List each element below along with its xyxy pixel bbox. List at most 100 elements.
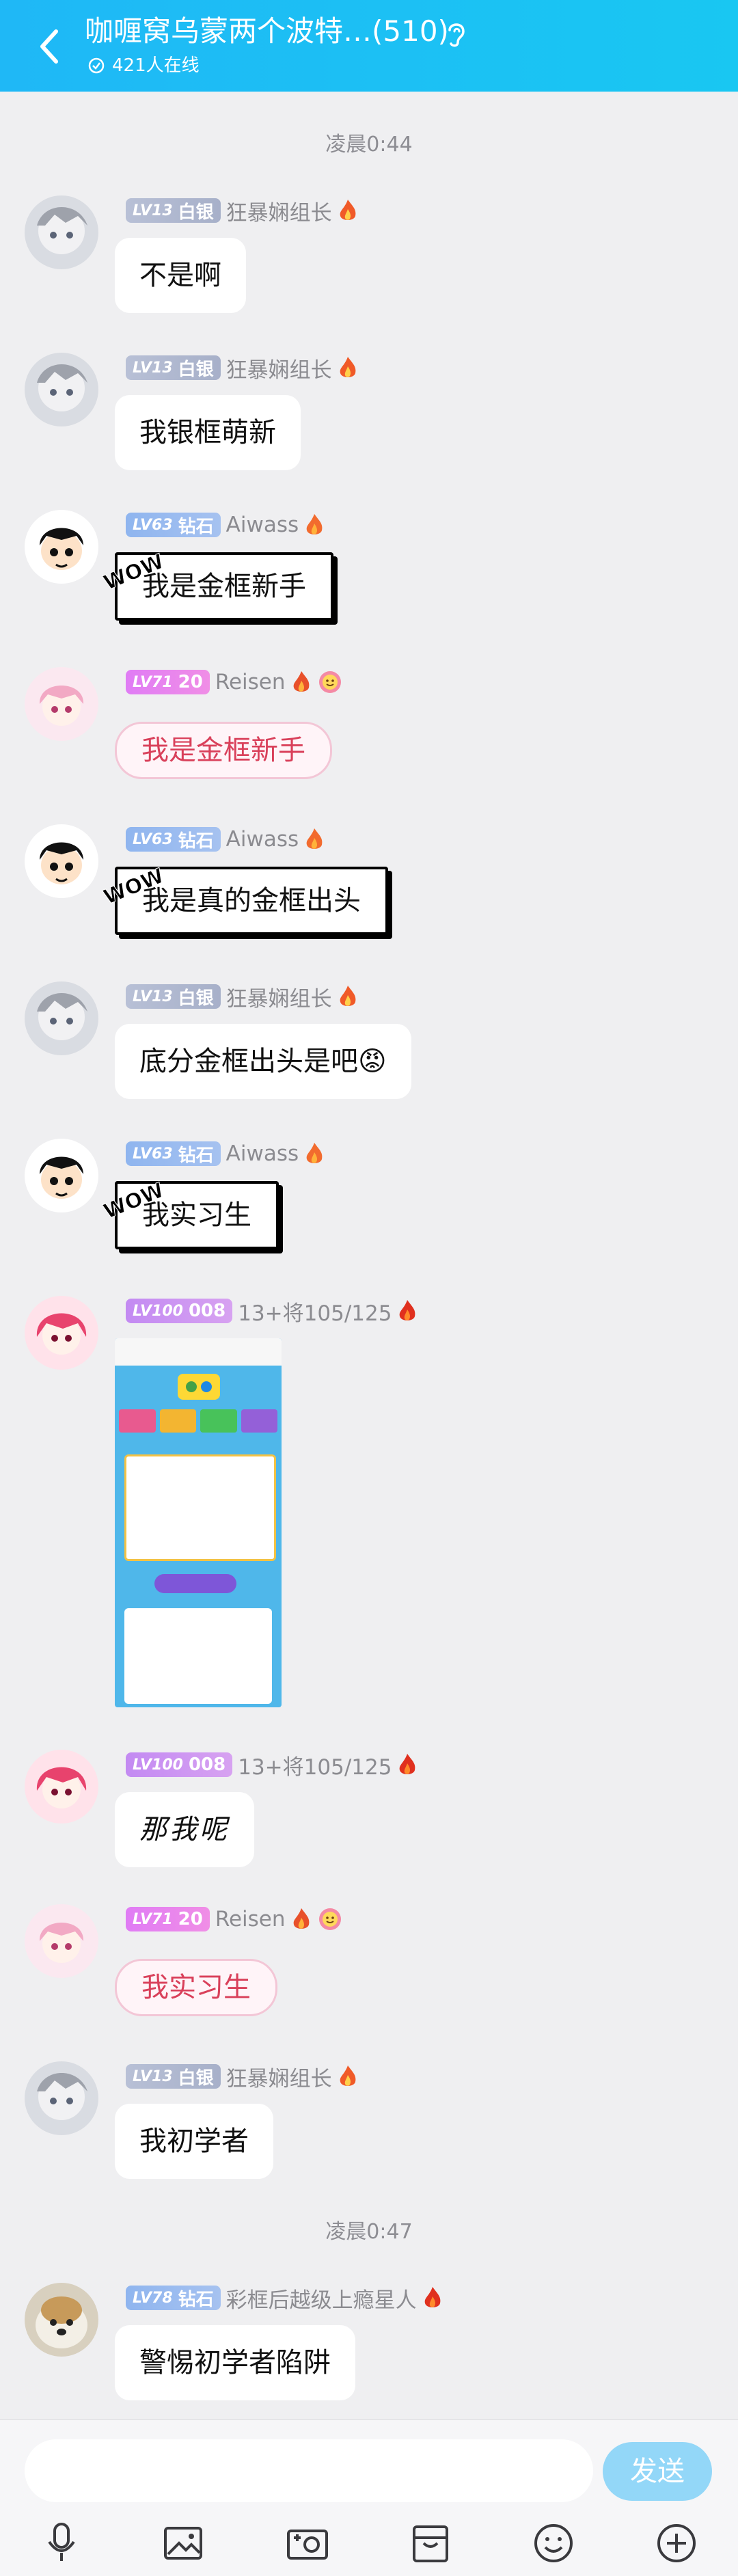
- avatar[interactable]: [25, 824, 98, 898]
- level-badge: LV71 20: [126, 1907, 210, 1931]
- flame-icon: [293, 1908, 309, 1929]
- avatar[interactable]: [25, 981, 98, 1055]
- message-meta: LV100 008 13+将105/125: [126, 1750, 418, 1780]
- avatar[interactable]: [25, 195, 98, 269]
- level-badge: LV13 白银: [126, 355, 221, 380]
- avatar[interactable]: [25, 353, 98, 426]
- message-item: LV13 白银 狂暴娴组长 我初学者: [0, 2061, 738, 2205]
- level-badge: LV13 白银: [126, 198, 221, 223]
- avatar[interactable]: [25, 1904, 98, 1978]
- flame-icon: [400, 1300, 415, 1320]
- flame-icon: [306, 514, 323, 534]
- screenshot-card: [124, 1454, 276, 1561]
- level-badge: LV71 20: [126, 670, 210, 694]
- nickname[interactable]: Reisen: [215, 670, 286, 694]
- flame-icon: [424, 2287, 441, 2307]
- message-item: LV71 20 Reisen 我实习生: [0, 1904, 738, 2048]
- message-item: LV13 白银 狂暴娴组长 我银框萌新: [0, 353, 738, 496]
- send-button[interactable]: 发送: [603, 2442, 712, 2501]
- avatar[interactable]: [25, 1139, 98, 1212]
- avatar[interactable]: [25, 2283, 98, 2357]
- nickname[interactable]: Aiwass: [226, 513, 299, 537]
- level-badge: LV100 008: [126, 1752, 233, 1777]
- avatar[interactable]: [25, 2061, 98, 2135]
- flame-icon: [340, 986, 356, 1006]
- flame-icon: [306, 1143, 323, 1163]
- chat-title[interactable]: 咖喱窝乌蒙两个波特…(510): [85, 12, 449, 51]
- message-item: LV13 白银 狂暴娴组长 底分金框出头是吧😡: [0, 981, 738, 1125]
- message-bubble[interactable]: 警惕初学者陷阱: [115, 2325, 355, 2400]
- level-badge: LV13 白银: [126, 984, 221, 1009]
- avatar[interactable]: [25, 667, 98, 741]
- online-count-text: 421人在线: [112, 55, 200, 76]
- nickname[interactable]: 13+将105/125: [238, 1296, 392, 1327]
- smile-icon[interactable]: [526, 2516, 581, 2571]
- online-count: 421人在线: [87, 53, 200, 78]
- message-meta: LV13 白银 狂暴娴组长: [126, 195, 358, 226]
- flame-icon: [306, 828, 323, 849]
- message-item: LV63 钻石 Aiwass 我是金框新手 WOW: [0, 510, 738, 653]
- screenshot-statusbar: [115, 1338, 282, 1366]
- message-bubble[interactable]: 我实习生: [115, 1959, 277, 2016]
- message-item: LV13 白银 狂暴娴组长 不是啊: [0, 195, 738, 339]
- microphone-icon[interactable]: [34, 2516, 89, 2571]
- avatar[interactable]: [25, 1296, 98, 1370]
- flame-icon: [293, 671, 309, 692]
- image-icon[interactable]: [156, 2516, 210, 2571]
- nickname[interactable]: 狂暴娴组长: [226, 981, 332, 1012]
- avatar[interactable]: [25, 1750, 98, 1823]
- composer-bar: 发送: [0, 2419, 738, 2576]
- chat-header: 咖喱窝乌蒙两个波特…(510) 421人在线: [0, 0, 738, 92]
- shared-screenshot-image[interactable]: [115, 1338, 282, 1707]
- check-circle-icon: [88, 57, 105, 74]
- timestamp: 凌晨0:44: [325, 133, 413, 157]
- flame-icon: [340, 2065, 356, 2086]
- nickname[interactable]: Aiwass: [226, 827, 299, 852]
- level-badge: LV13 白银: [126, 2064, 221, 2089]
- message-meta: LV63 钻石 Aiwass: [126, 511, 325, 539]
- nickname[interactable]: 13+将105/125: [238, 1750, 392, 1780]
- nickname[interactable]: 狂暴娴组长: [226, 195, 332, 226]
- level-badge: LV100 008: [126, 1299, 233, 1323]
- nickname[interactable]: Reisen: [215, 1907, 286, 1931]
- nickname[interactable]: 彩框后越级上瘾星人: [226, 2283, 417, 2314]
- message-bubble[interactable]: 我是金框新手: [115, 722, 332, 779]
- plus-icon[interactable]: [649, 2516, 704, 2571]
- level-badge: LV63 钻石: [126, 1141, 221, 1166]
- smile-badge-icon: [318, 1908, 341, 1930]
- flame-icon: [340, 357, 356, 377]
- message-meta: LV63 钻石 Aiwass: [126, 826, 325, 853]
- message-bubble[interactable]: 我银框萌新: [115, 395, 301, 470]
- flame-icon: [400, 1754, 415, 1774]
- nickname[interactable]: 狂暴娴组长: [226, 353, 332, 383]
- nickname[interactable]: 狂暴娴组长: [226, 2061, 332, 2092]
- message-bubble[interactable]: 我初学者: [115, 2104, 273, 2179]
- message-meta: LV71 20 Reisen: [126, 668, 343, 696]
- camera-icon[interactable]: [280, 2516, 335, 2571]
- nickname[interactable]: Aiwass: [226, 1141, 299, 1166]
- flame-icon: [340, 200, 356, 220]
- message-input[interactable]: [25, 2439, 593, 2502]
- ear-icon[interactable]: [444, 19, 469, 49]
- message-bubble[interactable]: 那我呢: [115, 1792, 254, 1867]
- message-item: LV100 008 13+将105/125 那我呢: [0, 1750, 738, 1893]
- message-item: LV100 008 13+将105/125: [0, 1296, 738, 1720]
- level-badge: LV63 钻石: [126, 513, 221, 537]
- back-arrow-icon[interactable]: [36, 27, 63, 66]
- bag-icon[interactable]: [403, 2516, 458, 2571]
- message-meta: LV71 20 Reisen: [126, 1906, 343, 1933]
- timestamp: 凌晨0:47: [325, 2220, 413, 2244]
- message-meta: LV13 白银 狂暴娴组长: [126, 353, 358, 383]
- screenshot-list: [124, 1608, 272, 1704]
- message-meta: LV13 白银 狂暴娴组长: [126, 981, 358, 1012]
- avatar[interactable]: [25, 510, 98, 584]
- message-meta: LV63 钻石 Aiwass: [126, 1140, 325, 1167]
- message-item: LV71 20 Reisen 我是金框新手: [0, 667, 738, 811]
- message-bubble[interactable]: 不是啊: [115, 238, 246, 313]
- level-badge: LV63 钻石: [126, 827, 221, 852]
- screenshot-button: [154, 1574, 236, 1593]
- level-badge: LV78 钻石: [126, 2286, 221, 2310]
- message-meta: LV78 钻石 彩框后越级上瘾星人: [126, 2283, 443, 2314]
- screenshot-logo: [178, 1374, 220, 1400]
- message-bubble[interactable]: 底分金框出头是吧😡: [115, 1024, 411, 1099]
